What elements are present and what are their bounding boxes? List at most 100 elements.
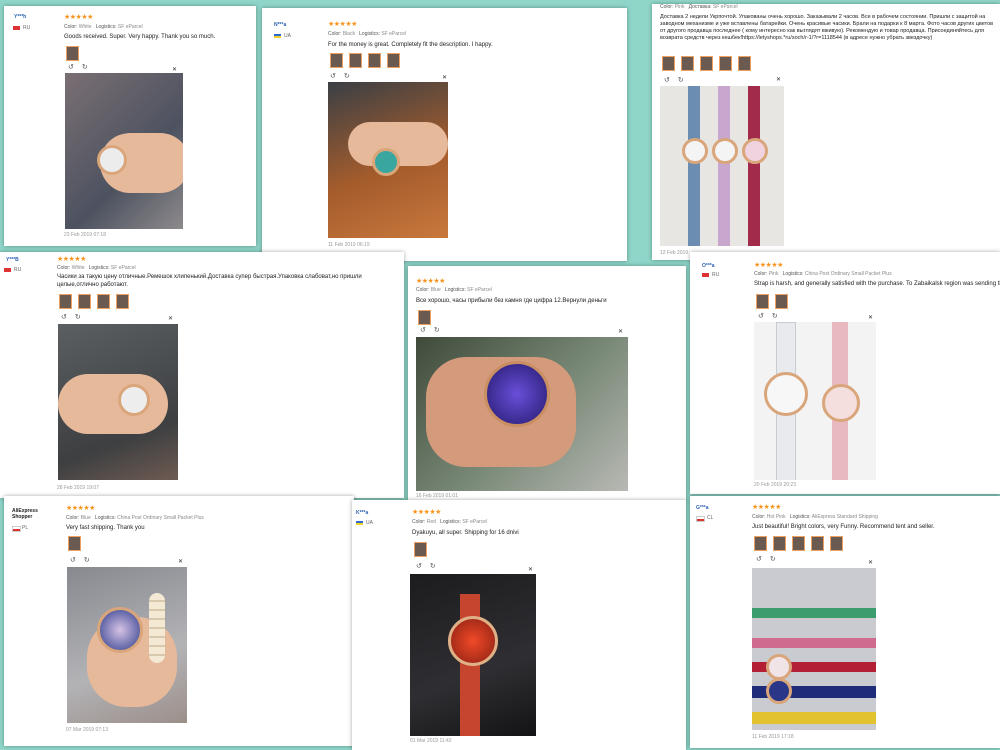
thumbnail[interactable] — [59, 294, 72, 309]
close-icon[interactable]: ✕ — [868, 314, 873, 321]
watch-strap-yellow — [752, 712, 876, 724]
review-photo[interactable] — [660, 86, 784, 246]
rotate-left-icon[interactable]: ↺ — [61, 313, 67, 321]
flag-icon — [702, 273, 709, 277]
thumbnail[interactable] — [68, 536, 81, 551]
review-text: Goods received. Super. Very happy. Thank… — [64, 34, 216, 40]
photo-thumbnails — [66, 46, 79, 61]
review-photo[interactable] — [410, 574, 536, 736]
watch-face — [766, 654, 792, 680]
bead-bracelet — [149, 593, 165, 663]
rotate-left-icon[interactable]: ↺ — [68, 63, 74, 71]
review-card-3: Color: Pink Доставка: SF eParcel Доставк… — [652, 4, 1000, 260]
thumbnail[interactable] — [775, 294, 788, 309]
review-photo[interactable] — [754, 322, 876, 480]
thumbnail[interactable] — [418, 310, 431, 325]
close-icon[interactable]: ✕ — [172, 66, 177, 73]
rotate-right-icon[interactable]: ↻ — [770, 555, 776, 563]
thumbnail[interactable] — [738, 56, 751, 71]
reviewer-country: CL — [707, 515, 714, 521]
review-meta: Color: Pink Доставка: SF eParcel — [660, 4, 738, 10]
review-photo[interactable] — [58, 324, 178, 480]
review-card-5: ★★★★★ Color: Blue Logistics: SF eParcel … — [408, 266, 686, 502]
image-controls: ↺ ↻ — [756, 555, 776, 563]
thumbnail[interactable] — [681, 56, 694, 71]
rotate-left-icon[interactable]: ↺ — [758, 312, 764, 320]
rotate-left-icon[interactable]: ↺ — [70, 556, 76, 564]
rotate-right-icon[interactable]: ↻ — [434, 326, 440, 334]
watch-face — [822, 384, 860, 422]
rotate-right-icon[interactable]: ↻ — [82, 63, 88, 71]
review-date: 23 Feb 2019 07:18 — [64, 232, 106, 238]
image-controls: ↺ ↻ — [420, 326, 440, 334]
review-date: 12 Feb 2019 — [660, 250, 689, 256]
close-icon[interactable]: ✕ — [528, 566, 533, 573]
photo-thumbnails — [68, 536, 81, 551]
rotate-left-icon[interactable]: ↺ — [664, 76, 670, 84]
image-controls: ↺ ↻ — [330, 72, 350, 80]
rating-stars: ★★★★★ — [328, 21, 357, 28]
review-text: Very fast shipping. Thank you — [66, 525, 145, 531]
thumbnail[interactable] — [756, 294, 769, 309]
thumbnail[interactable] — [116, 294, 129, 309]
review-date: 28 Feb 2019 19:07 — [57, 485, 99, 491]
thumbnail[interactable] — [66, 46, 79, 61]
thumbnail[interactable] — [78, 294, 91, 309]
thumbnail[interactable] — [792, 536, 805, 551]
thumbnail[interactable] — [773, 536, 786, 551]
thumbnail[interactable] — [830, 536, 843, 551]
reviewer-country: RU — [23, 25, 31, 31]
photo-thumbnails — [662, 56, 751, 71]
thumbnail[interactable] — [754, 536, 767, 551]
review-card-9: G***a CL ★★★★★ Color: Hot Pink Logistics… — [690, 496, 1000, 748]
thumbnail[interactable] — [719, 56, 732, 71]
watch-face — [764, 372, 808, 416]
close-icon[interactable]: ✕ — [178, 558, 183, 565]
close-icon[interactable]: ✕ — [442, 74, 447, 81]
thumbnail[interactable] — [368, 53, 381, 68]
rotate-left-icon[interactable]: ↺ — [330, 72, 336, 80]
thumbnail[interactable] — [414, 542, 427, 557]
rating-stars: ★★★★★ — [66, 505, 95, 512]
rotate-right-icon[interactable]: ↻ — [84, 556, 90, 564]
rotate-right-icon[interactable]: ↻ — [678, 76, 684, 84]
flag-icon — [696, 516, 705, 522]
watch-face — [118, 384, 150, 416]
reviewer-name: G***a — [696, 505, 709, 511]
rotate-right-icon[interactable]: ↻ — [344, 72, 350, 80]
image-controls: ↺ ↻ — [758, 312, 778, 320]
review-date: 11 Feb 2019 17:18 — [752, 734, 794, 740]
review-photo[interactable] — [416, 337, 628, 491]
thumbnail[interactable] — [662, 56, 675, 71]
review-photo[interactable] — [752, 568, 876, 730]
review-photo[interactable] — [65, 73, 183, 229]
close-icon[interactable]: ✕ — [168, 315, 173, 322]
review-photo[interactable] — [328, 82, 448, 238]
rotate-left-icon[interactable]: ↺ — [756, 555, 762, 563]
rotate-right-icon[interactable]: ↻ — [75, 313, 81, 321]
close-icon[interactable]: ✕ — [776, 76, 781, 83]
close-icon[interactable]: ✕ — [618, 328, 623, 335]
rating-stars: ★★★★★ — [412, 509, 441, 516]
review-card-8: K***a UA ★★★★★ Color: Red Logistics: SF … — [352, 500, 686, 750]
rotate-left-icon[interactable]: ↺ — [420, 326, 426, 334]
wrist — [58, 374, 168, 434]
watch-face — [97, 145, 127, 175]
rotate-left-icon[interactable]: ↺ — [416, 562, 422, 570]
thumbnail[interactable] — [330, 53, 343, 68]
review-text: Доставка 2 недели Укрпочтой. Упакованы о… — [660, 14, 994, 41]
close-icon[interactable]: ✕ — [868, 559, 873, 566]
review-photo[interactable] — [67, 567, 187, 723]
watch-face — [372, 148, 400, 176]
image-controls: ↺ ↻ — [70, 556, 90, 564]
review-meta: Color: White Logistics: SF eParcel — [57, 265, 136, 271]
image-controls: ↺ ↻ — [68, 63, 88, 71]
rotate-right-icon[interactable]: ↻ — [430, 562, 436, 570]
thumbnail[interactable] — [700, 56, 713, 71]
rotate-right-icon[interactable]: ↻ — [772, 312, 778, 320]
thumbnail[interactable] — [387, 53, 400, 68]
thumbnail[interactable] — [349, 53, 362, 68]
rating-stars: ★★★★★ — [754, 262, 783, 269]
thumbnail[interactable] — [97, 294, 110, 309]
thumbnail[interactable] — [811, 536, 824, 551]
